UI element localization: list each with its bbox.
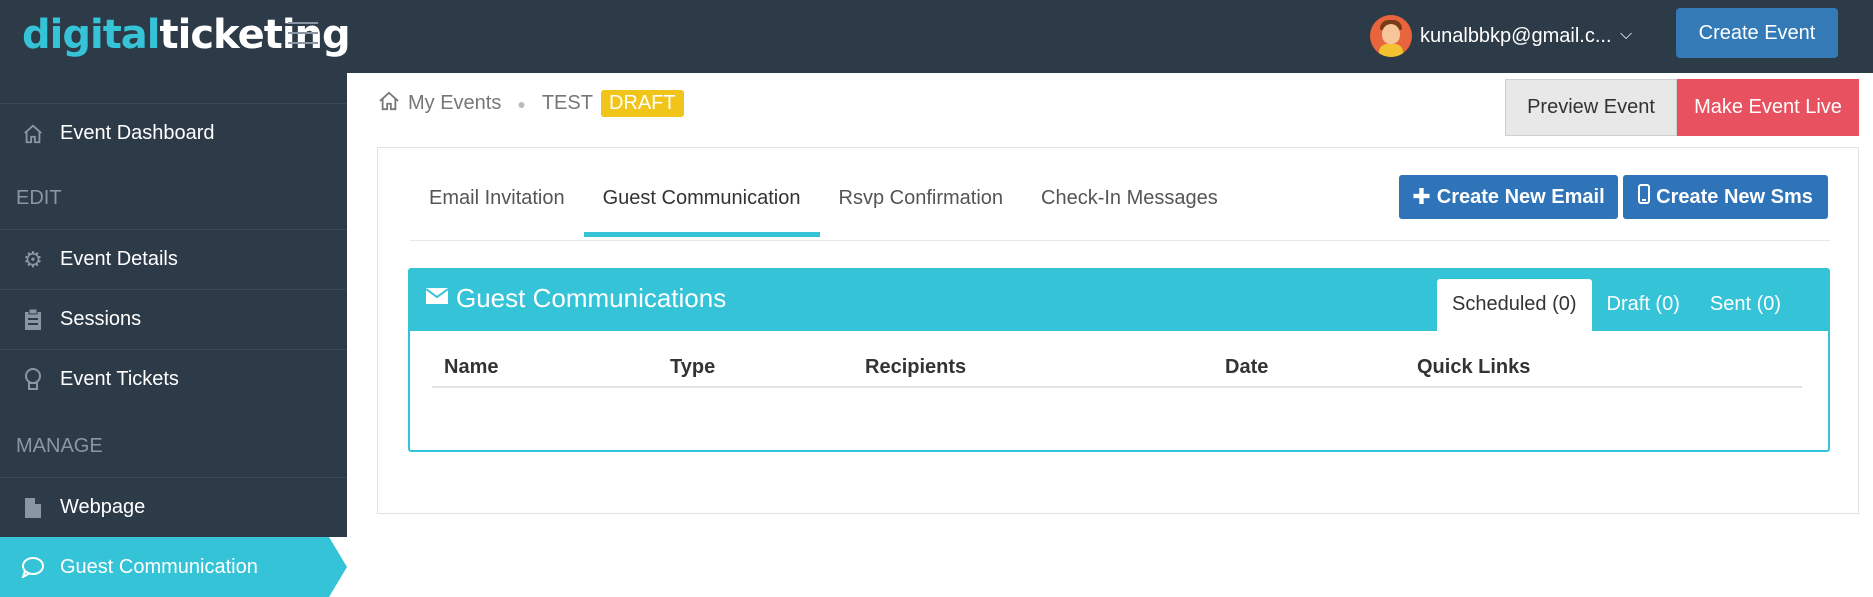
home-icon[interactable] — [378, 91, 400, 117]
envelope-icon — [425, 287, 449, 310]
sidebar-heading-edit: EDIT — [16, 187, 62, 209]
tab-email-invitation[interactable]: Email Invitation — [410, 178, 584, 237]
guest-communications-title-text: Guest Communications — [456, 283, 727, 313]
sidebar-item-label: Guest Communication — [60, 555, 258, 578]
tab-guest-communication[interactable]: Guest Communication — [583, 178, 820, 237]
sidebar-item-event-details[interactable]: ⚙ Event Details — [0, 229, 347, 289]
sidebar-heading-manage: MANAGE — [16, 435, 103, 457]
plus-icon: ✚ — [1412, 184, 1431, 209]
top-navbar: digitalticketing kunalbbkp@gmail.c... ⌵ … — [0, 0, 1873, 73]
file-icon — [18, 497, 48, 519]
tab-rsvp-confirmation[interactable]: Rsvp Confirmation — [820, 178, 1023, 237]
column-header-recipients: Recipients — [865, 356, 967, 378]
lightbulb-icon — [18, 367, 48, 392]
gear-icon: ⚙ — [23, 246, 43, 272]
active-indicator — [329, 537, 347, 597]
avatar[interactable] — [1370, 15, 1412, 57]
preview-event-button[interactable]: Preview Event — [1505, 79, 1677, 136]
home-icon — [18, 123, 48, 145]
tab-draft[interactable]: Draft (0) — [1592, 279, 1695, 331]
menu-toggle-icon[interactable] — [288, 22, 318, 44]
breadcrumb-separator: ● — [517, 95, 526, 112]
logo-part-ticketing: ticketing — [159, 12, 351, 58]
tabs-divider — [410, 240, 1830, 241]
sidebar-item-event-tickets[interactable]: Event Tickets — [0, 349, 347, 409]
sidebar: Event Dashboard EDIT ⚙ Event Details Ses… — [0, 73, 347, 597]
sidebar-item-label: Event Dashboard — [60, 122, 215, 144]
column-header-name: Name — [444, 356, 499, 378]
create-new-email-label: Create New Email — [1436, 185, 1605, 208]
guest-communications-title: Guest Communications — [425, 283, 727, 314]
tab-scheduled[interactable]: Scheduled (0) — [1437, 279, 1592, 331]
sidebar-item-guest-communication[interactable]: Guest Communication — [0, 537, 347, 597]
sidebar-item-event-dashboard[interactable]: Event Dashboard — [0, 103, 347, 163]
sidebar-item-webpage[interactable]: Webpage — [0, 477, 347, 537]
guest-communications-tabs: Scheduled (0) Draft (0) Sent (0) — [1437, 279, 1796, 331]
status-badge: DRAFT — [600, 90, 684, 117]
create-new-email-button[interactable]: ✚ Create New Email — [1399, 175, 1618, 219]
create-new-sms-button[interactable]: Create New Sms — [1623, 175, 1828, 219]
create-event-button[interactable]: Create Event — [1676, 8, 1838, 58]
tab-check-in-messages[interactable]: Check-In Messages — [1022, 178, 1237, 237]
breadcrumb-my-events[interactable]: My Events — [408, 92, 501, 115]
sidebar-item-label: Sessions — [60, 308, 142, 330]
sidebar-item-sessions[interactable]: Sessions — [0, 289, 347, 349]
logo-part-digital: digital — [22, 12, 161, 58]
clipboard-icon — [18, 308, 48, 331]
breadcrumb-event-name: TEST — [541, 92, 593, 114]
column-header-quick-links: Quick Links — [1417, 356, 1531, 378]
chevron-down-icon[interactable]: ⌵ — [1620, 26, 1632, 44]
sidebar-item-label: Webpage — [60, 496, 146, 518]
communication-tabs: Email Invitation Guest Communication Rsv… — [410, 178, 1237, 237]
mobile-phone-icon — [1638, 184, 1651, 210]
guest-communications-box: Guest Communications Scheduled (0) Draft… — [408, 268, 1830, 452]
tab-sent[interactable]: Sent (0) — [1695, 279, 1796, 331]
sidebar-item-label: Event Tickets — [60, 368, 179, 390]
breadcrumb: My Events ● TEST DRAFT — [378, 90, 684, 117]
create-new-sms-label: Create New Sms — [1656, 185, 1813, 208]
column-header-type: Type — [670, 356, 716, 378]
make-event-live-button[interactable]: Make Event Live — [1677, 79, 1859, 136]
sidebar-item-label: Event Details — [60, 248, 178, 270]
chat-bubble-icon — [18, 556, 48, 578]
column-header-date: Date — [1225, 356, 1269, 378]
table-header: Name Type Recipients Date Quick Links — [432, 352, 1802, 388]
guest-communications-header: Guest Communications Scheduled (0) Draft… — [410, 270, 1828, 331]
user-email[interactable]: kunalbbkp@gmail.c... — [1420, 25, 1612, 48]
